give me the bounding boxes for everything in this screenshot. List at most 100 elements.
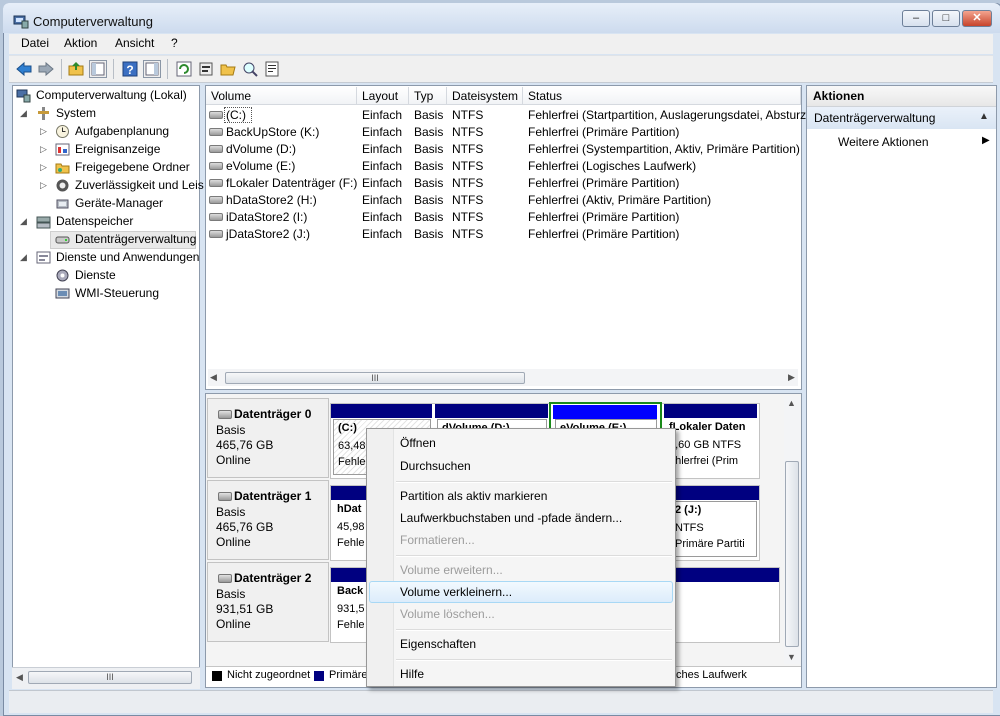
partition-size: 0,60 GB NTFS <box>669 439 742 451</box>
actions-more[interactable]: Weitere Aktionen ▶ <box>807 131 996 151</box>
submenu-arrow-icon: ▶ <box>982 135 990 146</box>
tree-ereignisanzeige[interactable]: Ereignisanzeige <box>75 142 160 156</box>
tree-root[interactable]: Computerverwaltung (Lokal) <box>36 88 187 102</box>
cell-volume: BackUpStore (K:) <box>226 125 320 139</box>
tree-wmi-steuerung[interactable]: WMI-Steuerung <box>75 286 159 300</box>
cell-volume: jDataStore2 (J:) <box>226 227 311 241</box>
system-tools-icon <box>36 106 51 121</box>
column-header-layout[interactable]: Layout <box>357 87 409 105</box>
tree-dienste[interactable]: Dienste <box>75 268 116 282</box>
wmi-icon <box>55 286 70 301</box>
column-header-dateisystem[interactable]: Dateisystem <box>447 87 523 105</box>
tree-horizontal-scrollbar[interactable]: ◀ III <box>12 667 200 689</box>
menu-item-extend-volume[interactable]: Volume erweitern... <box>400 563 503 577</box>
menu-aktion[interactable]: Aktion <box>64 36 97 50</box>
menu-item-browse[interactable]: Durchsuchen <box>400 459 471 473</box>
reliability-icon <box>55 178 70 193</box>
maximize-button[interactable]: □ <box>932 10 960 27</box>
tree-geraete-manager[interactable]: Geräte-Manager <box>75 196 163 210</box>
tree-system[interactable]: System <box>56 106 96 120</box>
actions-header: Aktionen <box>807 86 996 107</box>
cell-typ: Basis <box>414 210 444 224</box>
menu-ansicht[interactable]: Ansicht <box>115 36 154 50</box>
properties-icon[interactable] <box>197 60 215 78</box>
disk-0-header[interactable]: Datenträger 0 Basis 465,76 GB Online <box>207 398 329 478</box>
disk-name: Datenträger 0 <box>234 407 312 421</box>
open-folder-icon[interactable] <box>219 60 237 78</box>
cell-status: Fehlerfrei (Startpartition, Auslagerungs… <box>528 108 807 122</box>
search-icon[interactable] <box>241 60 259 78</box>
scroll-thumb[interactable]: III <box>28 671 192 684</box>
collapsed-arrow-icon[interactable]: ▷ <box>40 144 47 155</box>
menu-datei[interactable]: Datei <box>21 36 49 50</box>
tree-datentraegerverwaltung[interactable]: Datenträgerverwaltung <box>75 232 196 246</box>
collapsed-arrow-icon[interactable]: ▷ <box>40 162 47 173</box>
actions-title: Aktionen <box>813 89 865 103</box>
tree-zuverlaessigkeit[interactable]: Zuverlässigkeit und Leis <box>75 178 204 192</box>
tree-aufgabenplanung[interactable]: Aufgabenplanung <box>75 124 169 138</box>
menu-item-properties[interactable]: Eigenschaften <box>400 637 476 651</box>
menu-item-change-drive-letter[interactable]: Laufwerkbuchstaben und -pfade ändern... <box>400 511 622 525</box>
expanded-arrow-icon[interactable]: ◢ <box>20 252 27 263</box>
partition-status: Fehle <box>337 537 365 549</box>
disk-1-header[interactable]: Datenträger 1 Basis 465,76 GB Online <box>207 480 329 560</box>
title-bar[interactable]: Computerverwaltung <box>3 3 1000 33</box>
collapsed-arrow-icon[interactable]: ▷ <box>40 180 47 191</box>
partition-f[interactable]: fLokaler Daten 0,60 GB NTFS ehlerfrei (P… <box>665 419 757 475</box>
forward-arrow-icon[interactable] <box>37 60 55 78</box>
partition-status: Fehle <box>337 619 365 631</box>
disk-2-header[interactable]: Datenträger 2 Basis 931,51 GB Online <box>207 562 329 642</box>
tree-freigegebene-ordner[interactable]: Freigegebene Ordner <box>75 160 190 174</box>
scroll-right-icon[interactable]: ▶ <box>788 372 795 383</box>
cell-volume: eVolume (E:) <box>226 159 296 173</box>
menu-item-delete-volume[interactable]: Volume löschen... <box>400 607 495 621</box>
menu-item-help[interactable]: Hilfe <box>400 667 424 681</box>
menu-item-open[interactable]: Öffnen <box>400 436 436 450</box>
expanded-arrow-icon[interactable]: ◢ <box>20 216 27 227</box>
computer-management-icon <box>16 88 31 103</box>
scroll-left-icon[interactable]: ◀ <box>16 672 23 683</box>
scroll-down-icon[interactable]: ▼ <box>787 652 796 662</box>
help-icon[interactable]: ? <box>121 60 139 78</box>
up-folder-icon[interactable] <box>67 60 85 78</box>
expanded-arrow-icon[interactable]: ◢ <box>20 108 27 119</box>
menu-item-format[interactable]: Formatieren... <box>400 533 475 547</box>
show-hide-tree-icon[interactable] <box>89 60 107 78</box>
menu-bar: Datei Aktion Ansicht ? <box>9 34 993 54</box>
drive-icon <box>209 128 223 136</box>
column-header-volume[interactable]: Volume <box>206 87 357 105</box>
cell-status: Fehlerfrei (Systempartition, Aktiv, Prim… <box>528 142 800 156</box>
scroll-up-icon[interactable]: ▲ <box>787 398 796 408</box>
refresh-icon[interactable] <box>175 60 193 78</box>
menu-item-shrink-volume[interactable]: Volume verkleinern... <box>400 585 512 599</box>
cell-fs: NTFS <box>452 193 484 207</box>
cell-volume: hDataStore2 (H:) <box>226 193 317 207</box>
show-hide-actions-icon[interactable] <box>143 60 161 78</box>
context-menu-icon-column <box>367 429 394 686</box>
actions-section-datentraegerverwaltung[interactable]: Datenträgerverwaltung ▲ <box>807 107 996 129</box>
partition-j[interactable]: 2 (J:) NTFS Primäre Partiti <box>670 501 757 557</box>
tree-dienste-und-anwendungen[interactable]: Dienste und Anwendungen <box>56 250 199 264</box>
menu-item-mark-active[interactable]: Partition als aktiv markieren <box>400 489 547 503</box>
scroll-thumb[interactable]: III <box>225 372 525 384</box>
column-header-status[interactable]: Status <box>523 87 801 105</box>
disk-icon <box>218 410 232 419</box>
partition-size: 931,5 <box>337 603 365 615</box>
column-header-typ[interactable]: Typ <box>409 87 447 105</box>
menu-help[interactable]: ? <box>171 36 178 50</box>
cell-layout: Einfach <box>362 193 403 207</box>
close-button[interactable]: ✕ <box>962 10 992 27</box>
back-arrow-icon[interactable] <box>15 60 33 78</box>
cell-status: Fehlerfrei (Primäre Partition) <box>528 125 680 139</box>
partition-status: Fehle <box>338 456 366 468</box>
minimize-button[interactable]: – <box>902 10 930 27</box>
scroll-thumb[interactable] <box>785 461 799 647</box>
collapsed-arrow-icon[interactable]: ▷ <box>40 126 47 137</box>
gear-icon <box>55 268 70 283</box>
toolbar: ? <box>9 55 993 83</box>
drive-icon <box>209 196 223 204</box>
collapse-up-icon[interactable]: ▲ <box>979 111 989 122</box>
tree-datenspeicher[interactable]: Datenspeicher <box>56 214 133 228</box>
scroll-left-icon[interactable]: ◀ <box>210 372 217 383</box>
properties-sheet-icon[interactable] <box>263 60 281 78</box>
